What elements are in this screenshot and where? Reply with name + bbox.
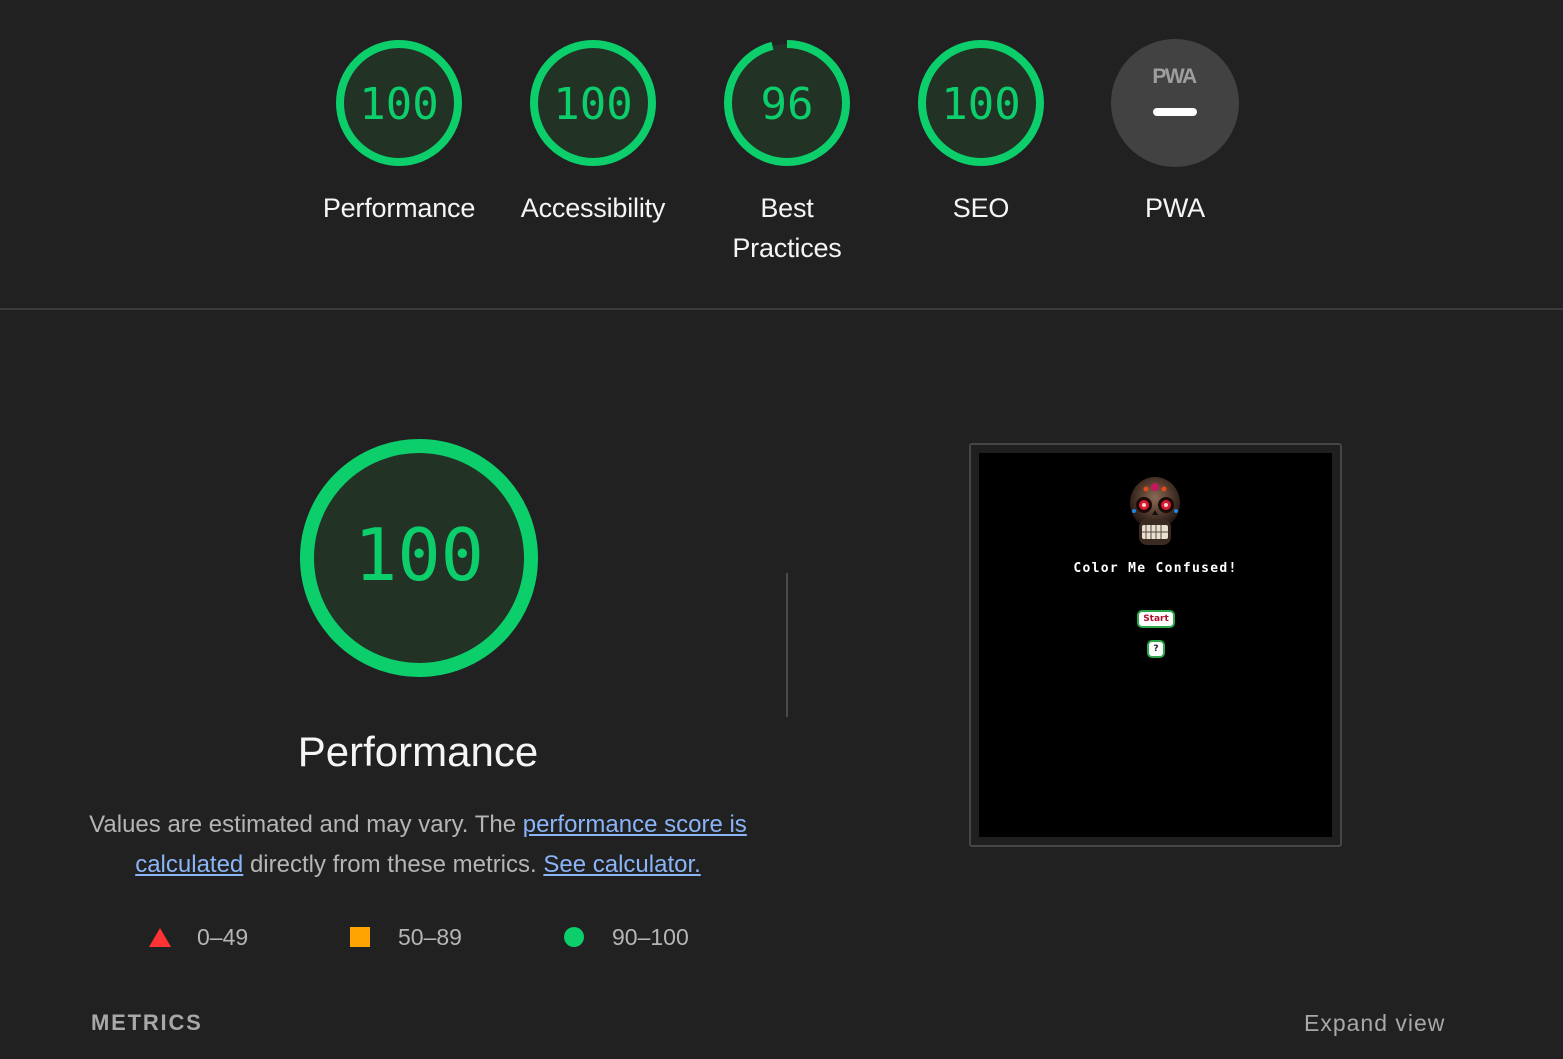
pwa-badge-text: PWA bbox=[1152, 65, 1197, 88]
gauge-seo[interactable]: 100 SEO bbox=[886, 38, 1076, 228]
score-legend: 0–49 50–89 90–100 bbox=[0, 920, 800, 954]
gauge-best-practices-label: Best Practices bbox=[692, 188, 882, 268]
metrics-title: METRICS bbox=[91, 1010, 203, 1035]
gauge-pwa[interactable]: PWA PWA bbox=[1080, 38, 1270, 228]
gauge-accessibility[interactable]: 100 Accessibility bbox=[498, 38, 688, 228]
gauge-pwa-label: PWA bbox=[1145, 193, 1205, 223]
orange-square-icon bbox=[350, 927, 370, 947]
expand-view-button[interactable]: Expand view bbox=[1304, 1010, 1445, 1037]
gauge-performance-label: Performance bbox=[322, 193, 476, 223]
lighthouse-report: 100 Performance 100 Accessibility 96 Bes… bbox=[0, 0, 1563, 1059]
gauge-accessibility-label: Accessibility bbox=[520, 193, 666, 223]
gauge-performance-ring: 100 bbox=[336, 40, 462, 166]
gauge-accessibility-ring: 100 bbox=[530, 40, 656, 166]
performance-description: Values are estimated and may vary. The p… bbox=[78, 805, 758, 885]
category-gauges: 100 Performance 100 Accessibility 96 Bes… bbox=[0, 0, 1563, 309]
gauge-best-practices-label-line1: Best bbox=[760, 193, 814, 223]
vertical-separator bbox=[786, 573, 788, 717]
see-calculator-link[interactable]: See calculator. bbox=[543, 851, 700, 878]
gauge-accessibility-score: 100 bbox=[553, 79, 632, 130]
performance-title: Performance bbox=[297, 728, 539, 775]
gauge-best-practices-label-line2: Practices bbox=[732, 233, 842, 263]
final-screenshot-content: Color Me Confused! Start ? bbox=[979, 453, 1332, 837]
performance-big-score: 100 bbox=[354, 513, 484, 597]
red-triangle-icon bbox=[149, 927, 171, 947]
gauge-seo-ring: 100 bbox=[918, 40, 1044, 166]
section-divider bbox=[0, 308, 1563, 310]
gauge-best-practices[interactable]: 96 Best Practices bbox=[692, 38, 882, 268]
performance-big-gauge-ring: 100 bbox=[300, 439, 538, 677]
performance-description-text-2: directly from these metrics. bbox=[243, 851, 544, 878]
performance-description-text-1: Values are estimated and may vary. The bbox=[89, 811, 523, 838]
legend-item-average: 50–89 bbox=[350, 920, 462, 954]
thumbnail-start-button: Start bbox=[1137, 610, 1175, 628]
legend-range-average: 50–89 bbox=[398, 923, 462, 950]
gauge-performance[interactable]: 100 Performance bbox=[304, 38, 494, 228]
legend-item-pass: 90–100 bbox=[564, 920, 689, 954]
thumbnail-help-button: ? bbox=[1147, 640, 1165, 658]
gauge-best-practices-ring: 96 bbox=[724, 40, 850, 166]
pwa-dash-icon bbox=[1153, 108, 1197, 116]
final-screenshot[interactable]: Color Me Confused! Start ? bbox=[969, 443, 1342, 847]
legend-range-fail: 0–49 bbox=[197, 923, 249, 950]
performance-big-gauge: 100 bbox=[298, 437, 540, 684]
legend-item-fail: 0–49 bbox=[149, 920, 248, 954]
pwa-badge-icon: PWA bbox=[1111, 39, 1239, 167]
gauge-performance-score: 100 bbox=[359, 79, 438, 130]
legend-range-pass: 90–100 bbox=[612, 923, 689, 950]
gauge-seo-score: 100 bbox=[941, 79, 1020, 130]
green-circle-icon bbox=[564, 927, 584, 947]
sugar-skull-icon bbox=[1130, 477, 1180, 545]
gauge-best-practices-score: 96 bbox=[761, 79, 814, 130]
gauge-seo-label: SEO bbox=[952, 193, 1010, 223]
thumbnail-title: Color Me Confused! bbox=[1073, 561, 1238, 576]
